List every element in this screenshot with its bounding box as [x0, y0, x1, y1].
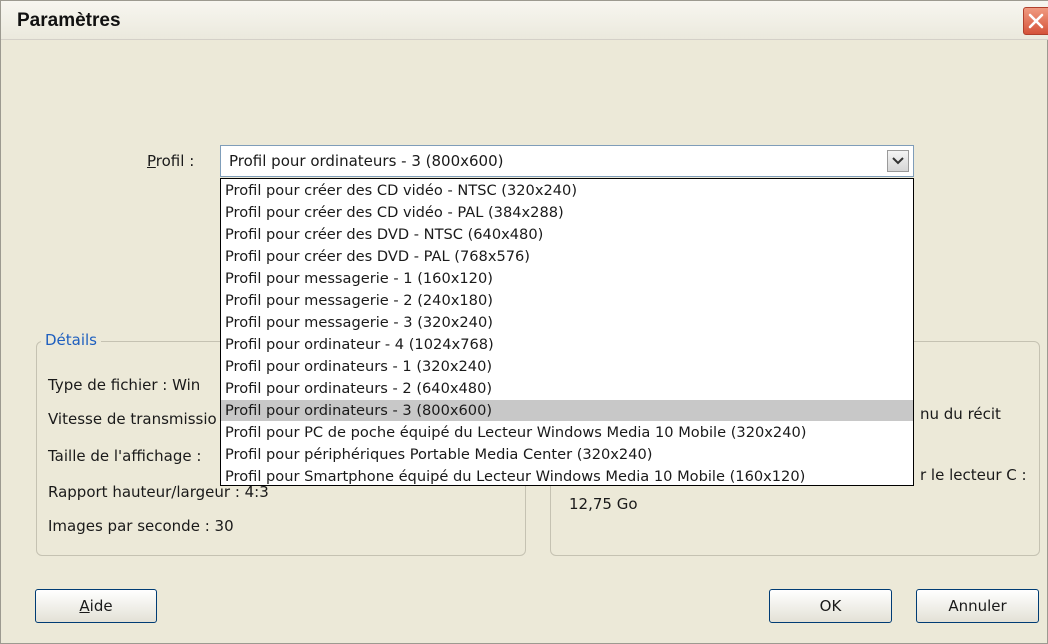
profile-option[interactable]: Profil pour périphériques Portable Media…	[221, 444, 913, 465]
profile-option[interactable]: Profil pour créer des CD vidéo - NTSC (3…	[221, 180, 913, 201]
help-button[interactable]: Aide	[35, 589, 157, 623]
profile-option[interactable]: Profil pour ordinateurs - 2 (640x480)	[221, 378, 913, 399]
drive-space-label: r le lecteur C :	[920, 466, 1027, 484]
title-bar: Paramètres	[1, 1, 1048, 40]
profile-option[interactable]: Profil pour créer des CD vidéo - PAL (38…	[221, 202, 913, 223]
profile-option[interactable]: Profil pour messagerie - 1 (160x120)	[221, 268, 913, 289]
close-button[interactable]	[1023, 7, 1048, 35]
bitrate-label: Vitesse de transmissio	[48, 410, 217, 428]
profile-select[interactable]: Profil pour ordinateurs - 3 (800x600)	[220, 145, 914, 177]
profile-dropdown-list: Profil pour créer des CD vidéo - NTSC (3…	[220, 178, 914, 486]
details-legend: Détails	[41, 331, 102, 349]
cancel-button[interactable]: Annuler	[916, 589, 1039, 623]
display-size-label: Taille de l'affichage :	[48, 447, 202, 465]
profile-option[interactable]: Profil pour créer des DVD - PAL (768x576…	[221, 246, 913, 267]
profile-label: Profil :	[147, 152, 195, 170]
profile-option[interactable]: Profil pour créer des DVD - NTSC (640x48…	[221, 224, 913, 245]
profile-option[interactable]: Profil pour messagerie - 2 (240x180)	[221, 290, 913, 311]
profile-option[interactable]: Profil pour Smartphone équipé du Lecteur…	[221, 466, 913, 485]
story-content-text: nu du récit	[920, 405, 1001, 423]
chevron-down-icon	[892, 157, 904, 165]
profile-option[interactable]: Profil pour ordinateurs - 1 (320x240)	[221, 356, 913, 377]
frame-rate-label: Images par seconde : 30	[48, 517, 234, 535]
profile-option[interactable]: Profil pour ordinateur - 4 (1024x768)	[221, 334, 913, 355]
close-icon	[1028, 13, 1044, 29]
profile-select-value: Profil pour ordinateurs - 3 (800x600)	[229, 152, 504, 170]
file-type-label: Type de fichier : Win	[48, 376, 201, 394]
dropdown-button[interactable]	[887, 150, 909, 172]
ok-button[interactable]: OK	[769, 589, 892, 623]
dialog-title: Paramètres	[17, 10, 121, 31]
profile-option-selected[interactable]: Profil pour ordinateurs - 3 (800x600)	[221, 400, 913, 421]
profile-option[interactable]: Profil pour PC de poche équipé du Lecteu…	[221, 422, 913, 443]
free-space-value: 12,75 Go	[569, 495, 638, 513]
settings-dialog: Paramètres Profil : Profil pour ordinate…	[0, 0, 1048, 644]
profile-option[interactable]: Profil pour messagerie - 3 (320x240)	[221, 312, 913, 333]
